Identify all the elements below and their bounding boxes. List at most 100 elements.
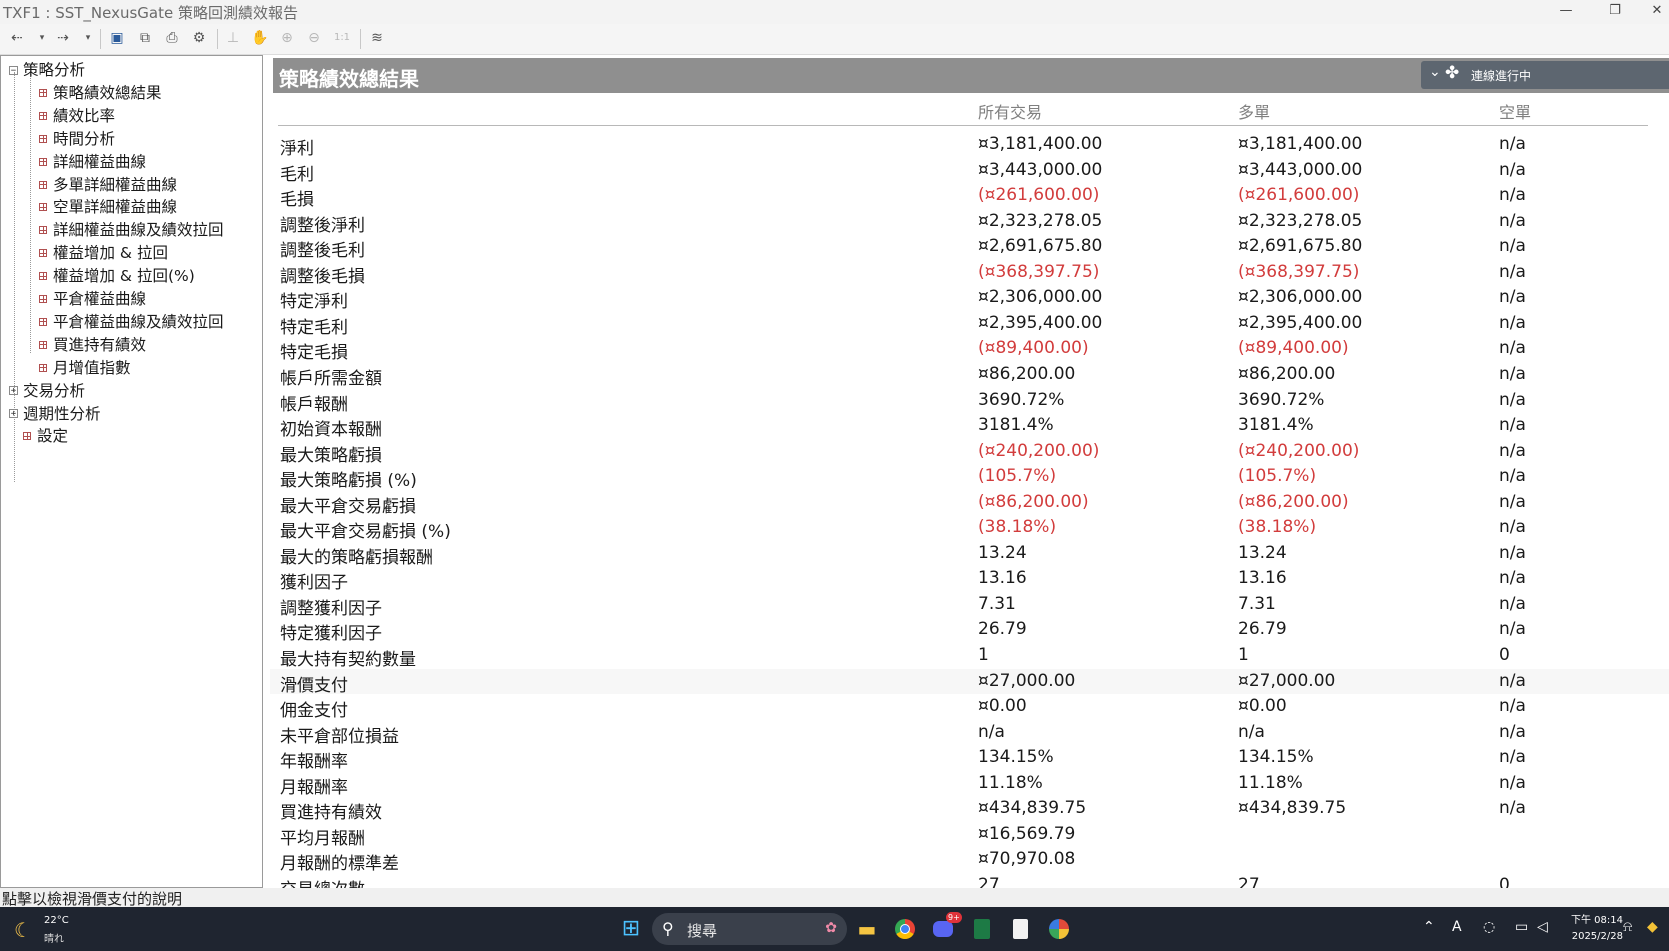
sidebar-item[interactable]: 時間分析 <box>39 129 115 149</box>
chrome-icon[interactable] <box>891 915 919 943</box>
table-row[interactable]: 最大策略虧損 (%) (105.7%) (105.7%) n/a <box>270 464 1669 491</box>
document-icon[interactable] <box>1006 915 1034 943</box>
close-button[interactable]: ✕ <box>1642 3 1669 18</box>
report-node-icon <box>39 249 47 258</box>
forward-icon[interactable]: ⇢ <box>54 28 72 48</box>
value-short: n/a <box>1499 721 1526 742</box>
table-row[interactable]: 特定毛利 ¤2,395,400.00 ¤2,395,400.00 n/a <box>270 311 1669 338</box>
display-icon[interactable]: ▭ <box>1515 919 1528 935</box>
metric-label: 調整後淨利 <box>280 215 365 236</box>
value-all-trades: (¤240,200.00) <box>978 440 1100 461</box>
table-row[interactable]: 最大策略虧損 (¤240,200.00) (¤240,200.00) n/a <box>270 439 1669 466</box>
sidebar-item[interactable]: 權益增加 & 拉回(%) <box>39 266 195 286</box>
zoom-out-icon[interactable]: ⊖ <box>303 28 325 48</box>
value-long: ¤3,181,400.00 <box>1238 134 1363 154</box>
toolbar-separator <box>217 29 218 49</box>
table-row[interactable]: 調整後淨利 ¤2,323,278.05 ¤2,323,278.05 n/a <box>270 209 1669 236</box>
table-row[interactable]: 調整獲利因子 7.31 7.31 n/a <box>270 592 1669 619</box>
dropdown-icon[interactable]: ▾ <box>36 28 48 48</box>
table-row[interactable]: 毛損 (¤261,600.00) (¤261,600.00) n/a <box>270 183 1669 210</box>
value-all-trades: (¤89,400.00) <box>978 338 1089 359</box>
excel-icon[interactable] <box>968 915 996 943</box>
connection-status[interactable]: ⌄ ✤ 連線進行中 <box>1421 61 1669 89</box>
sidebar-item[interactable]: + 週期性分析 <box>9 404 101 424</box>
sidebar-item[interactable]: 詳細權益曲線及績效拉回 <box>39 220 224 240</box>
settings-icon[interactable]: ⚙ <box>188 28 210 48</box>
value-long: n/a <box>1238 721 1265 742</box>
sidebar-item[interactable]: 月增值指數 <box>39 358 131 378</box>
copy-icon[interactable]: ⧉ <box>134 28 156 48</box>
expand-icon[interactable]: + <box>9 386 18 396</box>
reset-zoom-icon[interactable]: 1:1 <box>330 28 354 48</box>
table-row[interactable]: 最大平倉交易虧損 (%) (38.18%) (38.18%) n/a <box>270 515 1669 543</box>
table-row[interactable]: 特定獲利因子 26.79 26.79 n/a <box>270 617 1669 644</box>
chevron-up-icon[interactable]: ⌃ <box>1423 919 1435 935</box>
sidebar-item[interactable]: 買進持有績效 <box>39 335 146 355</box>
network-icon[interactable]: ◌ <box>1483 919 1495 935</box>
file-explorer-icon[interactable]: ▬ <box>853 915 881 943</box>
table-row[interactable]: 滑價支付 ¤27,000.00 ¤27,000.00 n/a <box>270 668 1669 696</box>
sidebar-item[interactable]: 權益增加 & 拉回 <box>39 243 168 263</box>
sidebar-item[interactable]: 空單詳細權益曲線 <box>39 197 177 217</box>
sidebar-item[interactable]: 平倉權益曲線及績效拉回 <box>39 312 224 332</box>
value-all-trades: (105.7%) <box>978 466 1057 487</box>
collapse-icon[interactable]: − <box>9 65 18 75</box>
sidebar-item[interactable]: + 交易分析 <box>9 381 85 401</box>
table-row[interactable]: 最大持有契約數量 1 1 0 <box>270 643 1669 670</box>
sidebar-item[interactable]: 設定 <box>23 426 68 446</box>
sidebar-item[interactable]: − 策略分析 <box>9 60 85 80</box>
discord-icon[interactable]: 9+ <box>929 912 962 943</box>
table-row[interactable]: 調整後毛利 ¤2,691,675.80 ¤2,691,675.80 n/a <box>270 234 1669 261</box>
table-row[interactable]: 平均月報酬 ¤16,569.79 <box>270 822 1669 849</box>
table-row[interactable]: 月報酬的標準差 ¤70,970.08 <box>270 847 1669 874</box>
chart-icon[interactable]: ≋ <box>365 28 389 48</box>
save-icon[interactable]: ▣ <box>106 28 128 48</box>
sidebar-item[interactable]: 平倉權益曲線 <box>39 289 146 309</box>
table-row[interactable]: 未平倉部位損益 n/a n/a n/a <box>270 720 1669 747</box>
copilot-icon[interactable]: ◆ <box>1647 919 1658 935</box>
taskbar-search[interactable]: ⚲ 搜尋 ✿ <box>652 913 847 945</box>
table-row[interactable]: 獲利因子 13.16 13.16 n/a <box>270 566 1669 593</box>
value-short: n/a <box>1499 593 1526 614</box>
table-row[interactable]: 帳戶報酬 3690.72% 3690.72% n/a <box>270 388 1669 415</box>
sidebar-item[interactable]: 績效比率 <box>39 106 115 126</box>
table-row[interactable]: 調整後毛損 (¤368,397.75) (¤368,397.75) n/a <box>270 260 1669 287</box>
sidebar-item[interactable]: 策略績效總結果 <box>39 83 162 103</box>
start-icon[interactable]: ⊞ <box>617 915 645 943</box>
table-row[interactable]: 買進持有績效 ¤434,839.75 ¤434,839.75 n/a <box>270 796 1669 823</box>
hand-icon[interactable]: ✋ <box>249 28 271 48</box>
sidebar-item[interactable]: 詳細權益曲線 <box>39 152 146 172</box>
notification-icon[interactable]: ⍾ <box>1623 919 1632 935</box>
moon-icon: ☾ <box>14 918 32 942</box>
table-row[interactable]: 年報酬率 134.15% 134.15% n/a <box>270 745 1669 772</box>
zoom-in-icon[interactable]: ⊕ <box>276 28 298 48</box>
value-short: n/a <box>1499 542 1526 563</box>
cursor-icon[interactable]: ⊥ <box>222 28 244 48</box>
weather-temp: 22°C <box>44 915 69 926</box>
table-row[interactable]: 月報酬率 11.18% 11.18% n/a <box>270 771 1669 798</box>
table-row[interactable]: 佣金支付 ¤0.00 ¤0.00 n/a <box>270 694 1669 721</box>
table-row[interactable]: 淨利 ¤3,181,400.00 ¤3,181,400.00 n/a <box>270 132 1669 159</box>
table-row[interactable]: 最大平倉交易虧損 (¤86,200.00) (¤86,200.00) n/a <box>270 490 1669 517</box>
ime-indicator[interactable]: A <box>1452 919 1462 935</box>
volume-icon[interactable]: ◁ <box>1537 919 1548 935</box>
back-icon[interactable]: ⇠ <box>8 28 26 48</box>
table-row[interactable]: 帳戶所需金額 ¤86,200.00 ¤86,200.00 n/a <box>270 362 1669 389</box>
table-row[interactable]: 特定淨利 ¤2,306,000.00 ¤2,306,000.00 n/a <box>270 285 1669 312</box>
chevron-down-icon[interactable]: ⌄ <box>1429 64 1441 80</box>
table-row[interactable]: 特定毛損 (¤89,400.00) (¤89,400.00) n/a <box>270 336 1669 363</box>
expand-icon[interactable]: + <box>9 409 18 419</box>
value-short: n/a <box>1499 210 1526 231</box>
table-row[interactable]: 毛利 ¤3,443,000.00 ¤3,443,000.00 n/a <box>270 158 1669 185</box>
print-icon[interactable]: ⎙ <box>161 28 183 48</box>
dropdown-icon[interactable]: ▾ <box>82 28 94 48</box>
color-app-icon[interactable] <box>1045 915 1073 943</box>
metric-label: 最大平倉交易虧損 (%) <box>280 522 451 543</box>
sidebar-item[interactable]: 多單詳細權益曲線 <box>39 175 177 195</box>
table-row[interactable]: 初始資本報酬 3181.4% 3181.4% n/a <box>270 413 1669 440</box>
restore-button[interactable]: ❐ <box>1600 3 1630 18</box>
minimize-button[interactable]: — <box>1551 3 1581 18</box>
clock[interactable]: 下午 08:14 2025/2/28 <box>1567 913 1623 945</box>
table-row[interactable]: 最大的策略虧損報酬 13.24 13.24 n/a <box>270 541 1669 568</box>
connection-status-text: 連線進行中 <box>1471 69 1532 83</box>
